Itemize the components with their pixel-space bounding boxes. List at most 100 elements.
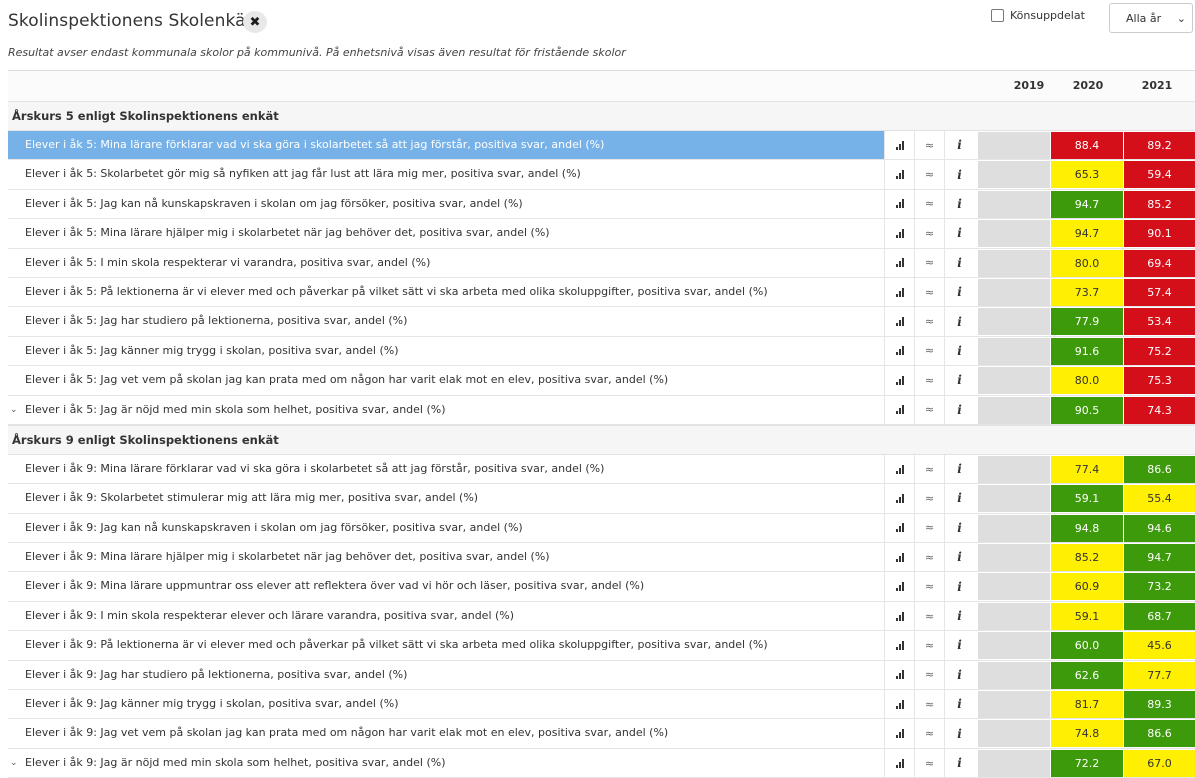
bar-chart-icon[interactable] — [884, 395, 914, 424]
bar-chart-icon[interactable] — [884, 277, 914, 307]
bar-chart-icon[interactable] — [884, 189, 914, 219]
row-label[interactable]: Elever i åk 9: I min skola respekterar e… — [8, 602, 884, 630]
info-icon[interactable]: i — [944, 601, 974, 631]
trend-icon[interactable]: ≈ — [914, 660, 944, 690]
table-row[interactable]: Elever i åk 5: Jag känner mig trygg i sk… — [8, 336, 1195, 367]
table-row[interactable]: Elever i åk 5: Jag kan nå kunskapskraven… — [8, 189, 1195, 220]
table-row[interactable]: ⌄ Elever i åk 9: Jag är nöjd med min sko… — [8, 748, 1195, 778]
trend-icon[interactable]: ≈ — [914, 572, 944, 601]
row-label[interactable]: Elever i åk 9: Jag vet vem på skolan jag… — [8, 719, 884, 747]
bar-chart-icon[interactable] — [884, 248, 914, 277]
info-icon[interactable]: i — [944, 248, 974, 277]
table-row[interactable]: Elever i åk 9: Mina lärare uppmuntrar os… — [8, 572, 1195, 602]
bar-chart-icon[interactable] — [884, 572, 914, 601]
excel-export-icon[interactable]: ✖ — [243, 11, 267, 33]
row-label[interactable]: Elever i åk 9: Mina lärare uppmuntrar os… — [8, 572, 884, 600]
info-icon[interactable]: i — [944, 543, 974, 572]
row-label[interactable]: Elever i åk 5: Jag har studiero på lekti… — [8, 307, 884, 335]
trend-icon[interactable]: ≈ — [914, 513, 944, 543]
row-label[interactable]: Elever i åk 5: På lektionerna är vi elev… — [8, 278, 884, 306]
trend-icon[interactable]: ≈ — [914, 219, 944, 248]
row-label[interactable]: Elever i åk 5: I min skola respekterar v… — [8, 249, 884, 277]
trend-icon[interactable]: ≈ — [914, 277, 944, 307]
table-row[interactable]: Elever i åk 9: Jag kan nå kunskapskraven… — [8, 513, 1195, 544]
trend-icon[interactable]: ≈ — [914, 160, 944, 189]
info-icon[interactable]: i — [944, 690, 974, 719]
chevron-down-icon[interactable]: ⌄ — [10, 749, 18, 777]
trend-icon[interactable]: ≈ — [914, 131, 944, 160]
trend-icon[interactable]: ≈ — [914, 307, 944, 336]
row-label[interactable]: ⌄ Elever i åk 5: Jag är nöjd med min sko… — [8, 396, 884, 424]
year-select[interactable]: Alla år ⌄ — [1109, 3, 1193, 33]
trend-icon[interactable]: ≈ — [914, 454, 944, 484]
bar-chart-icon[interactable] — [884, 719, 914, 748]
trend-icon[interactable]: ≈ — [914, 366, 944, 395]
trend-icon[interactable]: ≈ — [914, 601, 944, 631]
gender-split-toggle[interactable]: Könsuppdelat — [991, 9, 1085, 22]
trend-icon[interactable]: ≈ — [914, 395, 944, 424]
bar-chart-icon[interactable] — [884, 748, 914, 778]
row-label[interactable]: ⌄ Elever i åk 9: Jag är nöjd med min sko… — [8, 749, 884, 777]
row-label[interactable]: Elever i åk 9: Jag har studiero på lekti… — [8, 661, 884, 689]
row-label[interactable]: Elever i åk 5: Skolarbetet gör mig så ny… — [8, 160, 884, 188]
trend-icon[interactable]: ≈ — [914, 690, 944, 719]
bar-chart-icon[interactable] — [884, 160, 914, 189]
info-icon[interactable]: i — [944, 307, 974, 336]
table-row[interactable]: Elever i åk 9: Jag känner mig trygg i sk… — [8, 690, 1195, 720]
row-label[interactable]: Elever i åk 5: Jag känner mig trygg i sk… — [8, 337, 884, 365]
bar-chart-icon[interactable] — [884, 690, 914, 719]
bar-chart-icon[interactable] — [884, 336, 914, 366]
info-icon[interactable]: i — [944, 660, 974, 690]
info-icon[interactable]: i — [944, 131, 974, 160]
trend-icon[interactable]: ≈ — [914, 248, 944, 277]
info-icon[interactable]: i — [944, 336, 974, 366]
info-icon[interactable]: i — [944, 719, 974, 748]
table-row[interactable]: Elever i åk 5: Jag har studiero på lekti… — [8, 307, 1195, 337]
row-label[interactable]: Elever i åk 5: Mina lärare hjälper mig i… — [8, 219, 884, 247]
table-row[interactable]: Elever i åk 9: Jag har studiero på lekti… — [8, 660, 1195, 691]
row-label[interactable]: Elever i åk 9: Mina lärare hjälper mig i… — [8, 543, 884, 571]
trend-icon[interactable]: ≈ — [914, 748, 944, 778]
info-icon[interactable]: i — [944, 160, 974, 189]
info-icon[interactable]: i — [944, 484, 974, 513]
info-icon[interactable]: i — [944, 631, 974, 660]
trend-icon[interactable]: ≈ — [914, 543, 944, 572]
bar-chart-icon[interactable] — [884, 543, 914, 572]
bar-chart-icon[interactable] — [884, 513, 914, 543]
info-icon[interactable]: i — [944, 454, 974, 484]
bar-chart-icon[interactable] — [884, 454, 914, 484]
table-row[interactable]: Elever i åk 9: På lektionerna är vi elev… — [8, 631, 1195, 661]
info-icon[interactable]: i — [944, 366, 974, 395]
info-icon[interactable]: i — [944, 572, 974, 601]
info-icon[interactable]: i — [944, 219, 974, 248]
bar-chart-icon[interactable] — [884, 660, 914, 690]
bar-chart-icon[interactable] — [884, 366, 914, 395]
info-icon[interactable]: i — [944, 189, 974, 219]
table-row[interactable]: Elever i åk 9: I min skola respekterar e… — [8, 601, 1195, 632]
row-label[interactable]: Elever i åk 5: Jag vet vem på skolan jag… — [8, 366, 884, 394]
row-label[interactable]: Elever i åk 9: På lektionerna är vi elev… — [8, 631, 884, 659]
trend-icon[interactable]: ≈ — [914, 189, 944, 219]
trend-icon[interactable]: ≈ — [914, 719, 944, 748]
gender-split-checkbox[interactable] — [991, 9, 1004, 22]
table-row[interactable]: Elever i åk 5: Skolarbetet gör mig så ny… — [8, 160, 1195, 190]
trend-icon[interactable]: ≈ — [914, 631, 944, 660]
chevron-down-icon[interactable]: ⌄ — [10, 396, 18, 424]
table-row[interactable]: Elever i åk 9: Jag vet vem på skolan jag… — [8, 719, 1195, 749]
table-row[interactable]: Elever i åk 5: I min skola respekterar v… — [8, 248, 1195, 278]
info-icon[interactable]: i — [944, 748, 974, 778]
row-label[interactable]: Elever i åk 9: Jag kan nå kunskapskraven… — [8, 514, 884, 542]
bar-chart-icon[interactable] — [884, 307, 914, 336]
table-row[interactable]: Elever i åk 9: Mina lärare förklarar vad… — [8, 454, 1195, 485]
table-row[interactable]: Elever i åk 9: Skolarbetet stimulerar mi… — [8, 484, 1195, 514]
table-row[interactable]: Elever i åk 5: Mina lärare hjälper mig i… — [8, 219, 1195, 249]
trend-icon[interactable]: ≈ — [914, 336, 944, 366]
table-row[interactable]: Elever i åk 5: Mina lärare förklarar vad… — [8, 131, 1195, 161]
info-icon[interactable]: i — [944, 277, 974, 307]
bar-chart-icon[interactable] — [884, 484, 914, 513]
row-label[interactable]: Elever i åk 9: Skolarbetet stimulerar mi… — [8, 484, 884, 512]
bar-chart-icon[interactable] — [884, 631, 914, 660]
table-row[interactable]: ⌄ Elever i åk 5: Jag är nöjd med min sko… — [8, 395, 1195, 425]
info-icon[interactable]: i — [944, 395, 974, 424]
table-row[interactable]: Elever i åk 9: Mina lärare hjälper mig i… — [8, 543, 1195, 573]
